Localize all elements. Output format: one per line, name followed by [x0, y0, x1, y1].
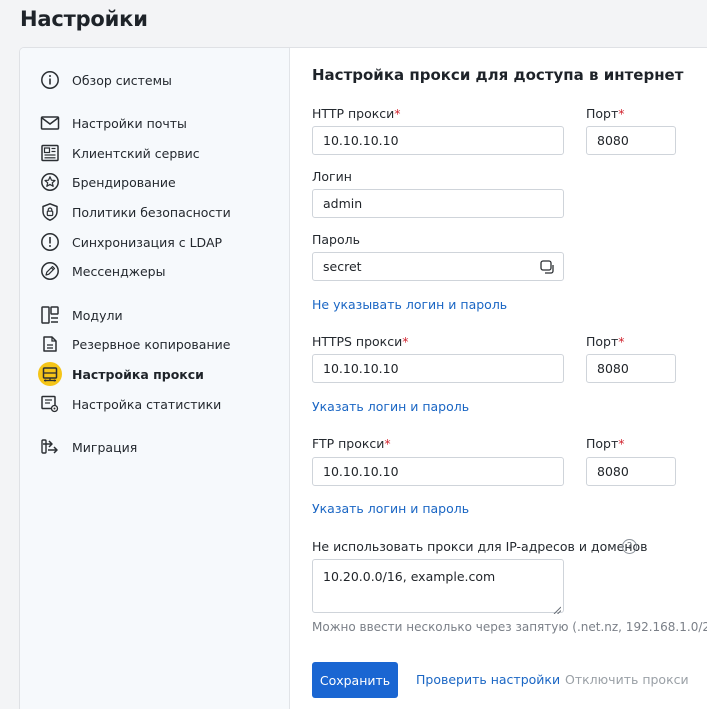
sidebar-item-label: Настройка статистики — [72, 396, 222, 412]
login-label: Логин — [312, 169, 352, 184]
save-button[interactable]: Сохранить — [312, 662, 398, 698]
migration-icon — [40, 437, 60, 457]
sidebar-item-label: Политики безопасности — [72, 204, 231, 220]
ftp-auth-link[interactable]: Указать логин и пароль — [312, 501, 469, 516]
sidebar-item-label: Настройка прокси — [72, 366, 204, 382]
sidebar-item-branding[interactable]: Брендирование — [20, 169, 290, 195]
required-mark: * — [618, 106, 625, 121]
ftp-port-label: Порт* — [586, 436, 625, 451]
sidebar-item-client-service[interactable]: Клиентский сервис — [20, 140, 290, 166]
help-icon[interactable]: ? — [622, 539, 637, 554]
sidebar-item-label: Настройки почты — [72, 115, 187, 131]
sidebar-item-label: Резервное копирование — [72, 336, 231, 352]
https-auth-link[interactable]: Указать логин и пароль — [312, 399, 469, 414]
http-port-label: Порт* — [586, 106, 625, 121]
ftp-proxy-input[interactable]: 10.10.10.10 — [312, 457, 564, 486]
resize-handle-icon[interactable] — [553, 602, 562, 615]
sidebar-item-label: Модули — [72, 307, 123, 323]
ftp-port-input[interactable]: 8080 — [586, 457, 676, 486]
required-mark: * — [384, 436, 391, 451]
https-port-label: Порт* — [586, 334, 625, 349]
exclusions-hint: Можно ввести несколько через запятую (.n… — [312, 620, 707, 634]
sidebar-item-system-overview[interactable]: Обзор системы — [20, 67, 290, 93]
https-port-input[interactable]: 8080 — [586, 354, 676, 383]
sidebar-item-migration[interactable]: Миграция — [20, 434, 290, 460]
exclusions-label: Не использовать прокси для IP-адресов и … — [312, 539, 648, 554]
statistics-icon — [40, 394, 60, 414]
sidebar-item-mail-settings[interactable]: Настройки почты — [20, 110, 290, 136]
backup-icon — [40, 334, 60, 354]
https-proxy-label: HTTPS прокси* — [312, 334, 409, 349]
exclamation-circle-icon — [40, 232, 60, 252]
exclusions-textarea[interactable]: 10.20.0.0/16, example.com — [312, 559, 564, 615]
sidebar-item-modules[interactable]: Модули — [20, 302, 290, 328]
settings-panel: Обзор системы Настройки почты Клиентский… — [19, 47, 707, 709]
sidebar-item-statistics-settings[interactable]: Настройка статистики — [20, 391, 290, 417]
proxy-settings-form: Настройка прокси для доступа в интернет … — [290, 48, 707, 709]
info-icon — [40, 70, 60, 90]
sidebar-item-label: Мессенджеры — [72, 263, 166, 279]
shield-lock-icon — [40, 202, 60, 222]
http-proxy-label: HTTP прокси* — [312, 106, 401, 121]
http-port-input[interactable]: 8080 — [586, 126, 676, 155]
sidebar-item-proxy-settings[interactable]: Настройка прокси — [20, 361, 290, 387]
password-input[interactable]: secret — [312, 252, 564, 281]
server-icon — [40, 364, 60, 384]
modules-icon — [40, 305, 60, 325]
password-label: Пароль — [312, 232, 360, 247]
sidebar-item-label: Синхронизация с LDAP — [72, 234, 223, 250]
no-auth-link[interactable]: Не указывать логин и пароль — [312, 297, 507, 312]
https-proxy-input[interactable]: 10.10.10.10 — [312, 354, 564, 383]
required-mark: * — [618, 436, 625, 451]
sidebar-item-label: Клиентский сервис — [72, 145, 200, 161]
sidebar: Обзор системы Настройки почты Клиентский… — [20, 48, 290, 709]
section-title: Настройка прокси для доступа в интернет — [312, 66, 684, 84]
sidebar-item-ldap-sync[interactable]: Синхронизация с LDAP — [20, 229, 290, 255]
newspaper-icon — [40, 143, 60, 163]
star-circle-icon — [40, 172, 60, 192]
http-proxy-input[interactable]: 10.10.10.10 — [312, 126, 564, 155]
envelope-icon — [40, 113, 60, 133]
sidebar-item-messengers[interactable]: Мессенджеры — [20, 258, 290, 284]
password-value: secret — [323, 259, 362, 274]
exclusions-value: 10.20.0.0/16, example.com — [323, 569, 496, 584]
sidebar-item-label: Обзор системы — [72, 72, 172, 88]
login-input[interactable]: admin — [312, 189, 564, 218]
check-settings-button[interactable]: Проверить настройки — [416, 672, 560, 687]
ftp-proxy-label: FTP прокси* — [312, 436, 391, 451]
required-mark: * — [394, 106, 401, 121]
sidebar-item-backup[interactable]: Резервное копирование — [20, 331, 290, 357]
sidebar-item-security-policies[interactable]: Политики безопасности — [20, 199, 290, 225]
disable-proxy-button[interactable]: Отключить прокси — [565, 672, 689, 687]
pen-circle-icon — [40, 261, 60, 281]
sidebar-item-label: Брендирование — [72, 174, 176, 190]
required-mark: * — [618, 334, 625, 349]
required-mark: * — [402, 334, 409, 349]
toggle-password-icon[interactable] — [540, 260, 554, 274]
page-title: Настройки — [20, 7, 148, 31]
sidebar-item-label: Миграция — [72, 439, 138, 455]
